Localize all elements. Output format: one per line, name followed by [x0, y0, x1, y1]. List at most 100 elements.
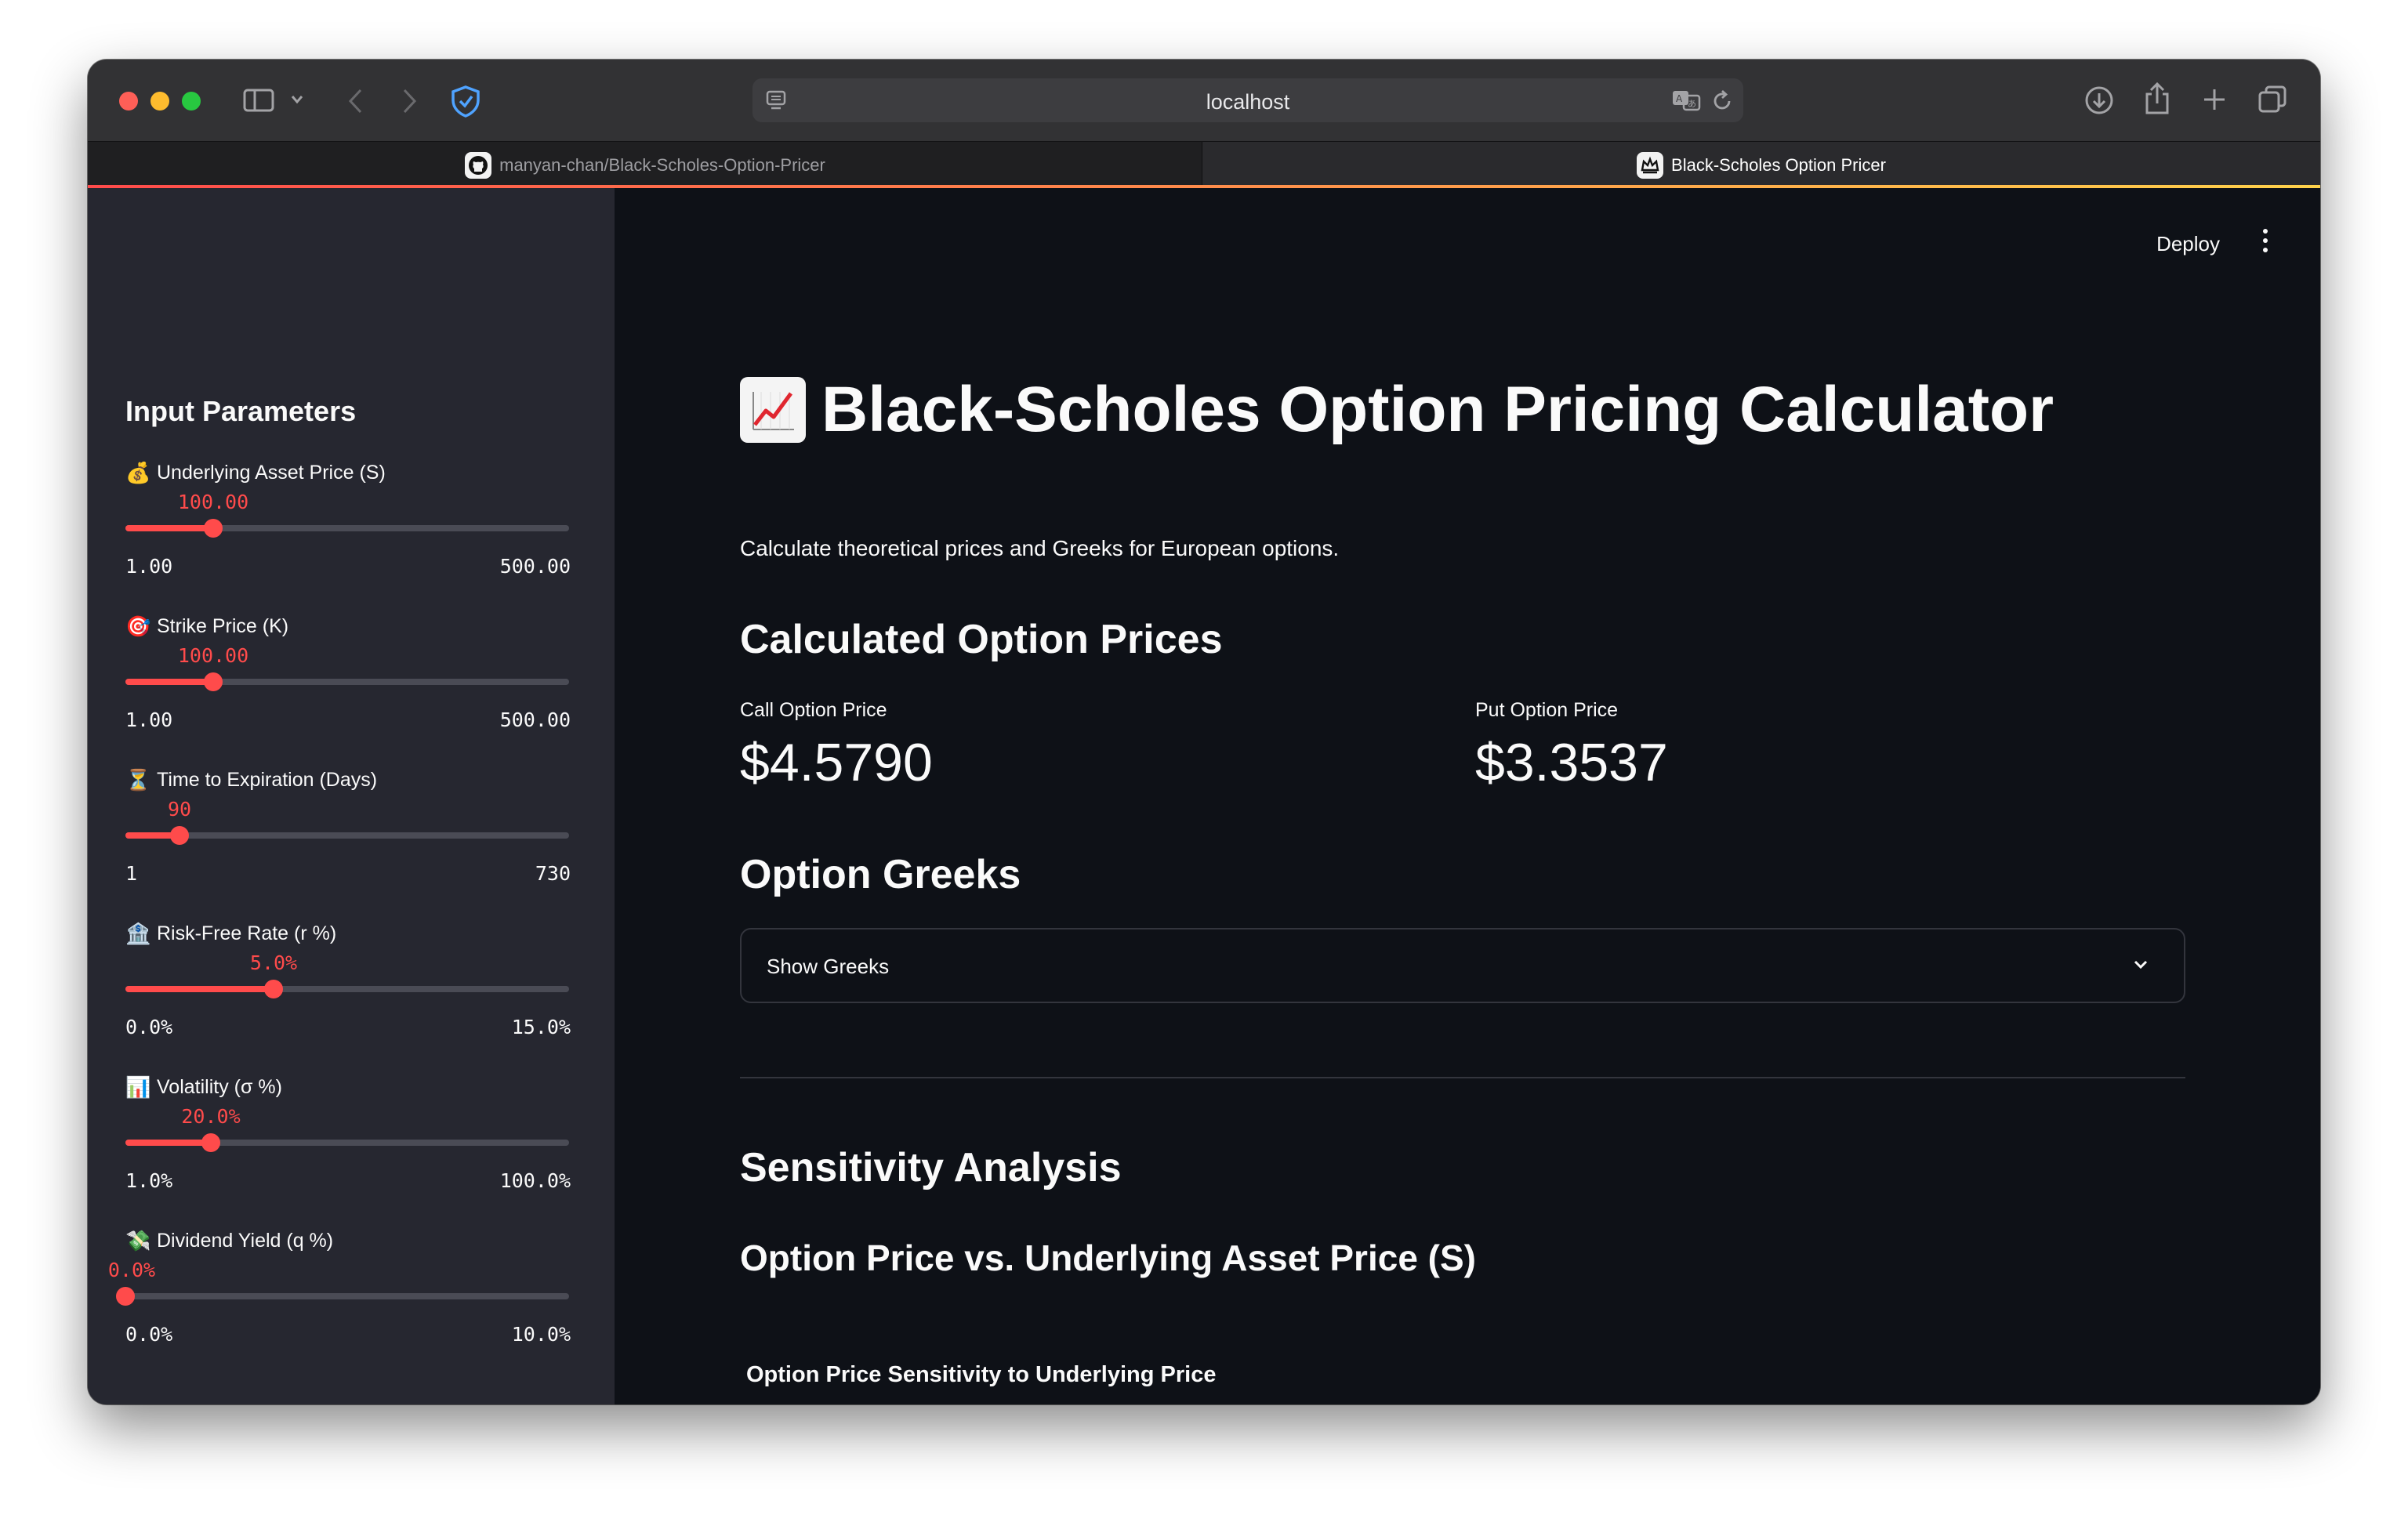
slider-fill: [125, 986, 274, 992]
slider-value: 5.0%: [249, 951, 298, 974]
kebab-menu-icon[interactable]: [2262, 229, 2268, 252]
slider-max: 10.0%: [511, 1323, 571, 1346]
slider-emoji-icon: ⏳: [125, 768, 151, 792]
slider-max: 500.00: [499, 555, 571, 578]
slider-track[interactable]: [125, 1133, 569, 1152]
tab-label: Black-Scholes Option Pricer: [1671, 155, 1886, 175]
tab-bar: manyan-chan/Black-Scholes-Option-Pricer …: [88, 141, 2320, 189]
svg-text:A: A: [1676, 93, 1683, 104]
slider-label-text: Dividend Yield (q %): [157, 1230, 334, 1252]
slider-max: 15.0%: [511, 1016, 571, 1038]
slider-label-text: Risk-Free Rate (r %): [157, 922, 337, 944]
close-window-button[interactable]: [119, 92, 138, 111]
address-bar[interactable]: localhost A あ: [752, 78, 1743, 122]
slider-value: 20.0%: [181, 1105, 241, 1128]
page-subtitle: Calculate theoretical prices and Greeks …: [740, 536, 1340, 560]
plot-title: Option Price Sensitivity to Underlying P…: [746, 1362, 1217, 1387]
greeks-expander[interactable]: Show Greeks: [740, 928, 2185, 1003]
shield-icon[interactable]: [450, 85, 481, 118]
slider-group: ⏳ Time to Expiration (Days) 90 1 730: [125, 768, 577, 909]
slider-fill: [125, 525, 213, 531]
slider-min: 0.0%: [125, 1016, 173, 1038]
download-icon[interactable]: [2083, 85, 2115, 116]
browser-window: localhost A あ manyan-chan/Black-Scholes-…: [88, 60, 2320, 1404]
slider-track[interactable]: [125, 672, 569, 691]
put-price-value: $3.3537: [1475, 733, 1668, 792]
slider-track[interactable]: [125, 826, 569, 845]
slider-max: 500.00: [499, 708, 571, 731]
slider-emoji-icon: 📊: [125, 1075, 151, 1099]
slider-emoji-icon: 🏦: [125, 922, 151, 945]
chevron-down-icon[interactable]: [290, 94, 304, 105]
sensitivity-subheading: Option Price vs. Underlying Asset Price …: [740, 1238, 1477, 1278]
slider-min: 1.00: [125, 708, 173, 731]
slider-label: 🎯 Strike Price (K): [125, 614, 288, 639]
sidebar: Input Parameters 💰 Underlying Asset Price…: [88, 188, 615, 1404]
slider-label-text: Time to Expiration (Days): [157, 769, 378, 791]
slider-track[interactable]: [125, 980, 569, 998]
slider-min: 1: [125, 862, 138, 885]
call-price-label: Call Option Price: [740, 699, 887, 721]
sidebar-title: Input Parameters: [125, 395, 357, 427]
tab-option-pricer[interactable]: Black-Scholes Option Pricer: [1202, 142, 2320, 189]
slider-thumb[interactable]: [201, 1133, 220, 1152]
slider-thumb[interactable]: [170, 826, 189, 845]
slider-emoji-icon: 💸: [125, 1229, 151, 1252]
slider-value: 90: [167, 798, 192, 821]
page-title: Black-Scholes Option Pricing Calculator: [740, 373, 2054, 447]
call-price-value: $4.5790: [740, 733, 933, 792]
slider-track[interactable]: [125, 519, 569, 538]
put-price-label: Put Option Price: [1475, 699, 1619, 721]
chevron-down-icon: [2134, 960, 2148, 969]
slider-group: 💸 Dividend Yield (q %) 0.0% 0.0% 10.0%: [108, 1229, 577, 1370]
deploy-button[interactable]: Deploy: [2156, 232, 2220, 256]
slider-thumb[interactable]: [204, 519, 223, 538]
share-icon[interactable]: [2143, 82, 2171, 116]
page-title-text: Black-Scholes Option Pricing Calculator: [821, 374, 2054, 445]
slider-fill: [125, 1140, 211, 1146]
slider-thumb[interactable]: [264, 980, 283, 998]
slider-value: 100.00: [177, 491, 249, 513]
slider-label: 🏦 Risk-Free Rate (r %): [125, 922, 336, 946]
slider-label: 💰 Underlying Asset Price (S): [125, 461, 386, 485]
url-text: localhost: [1206, 90, 1290, 114]
reload-icon[interactable]: [1710, 89, 1734, 113]
slider-group: 🎯 Strike Price (K) 100.00 1.00 500.00: [125, 614, 577, 756]
streamlit-crown-icon: [1637, 152, 1664, 179]
slider-thumb[interactable]: [116, 1287, 135, 1306]
greeks-heading: Option Greeks: [740, 852, 1021, 897]
tab-overview-icon[interactable]: [2258, 85, 2287, 114]
chart-increasing-icon: [740, 377, 806, 443]
sidebar-toggle-icon[interactable]: [243, 88, 274, 113]
minimize-window-button[interactable]: [150, 92, 169, 111]
new-tab-icon[interactable]: [2201, 86, 2228, 113]
main-content: Deploy Black-Scholes Option Pricing Calc…: [615, 188, 2320, 1404]
prices-heading: Calculated Option Prices: [740, 617, 1223, 662]
zoom-window-button[interactable]: [182, 92, 201, 111]
svg-text:あ: あ: [1688, 99, 1696, 109]
slider-group: 💰 Underlying Asset Price (S) 100.00 1.00 500…: [125, 461, 577, 602]
slider-max: 100.0%: [499, 1169, 571, 1192]
slider-label-text: Volatility (σ %): [157, 1076, 282, 1098]
section-divider: [740, 1077, 2185, 1078]
back-icon[interactable]: [346, 88, 365, 114]
slider-max: 730: [535, 862, 571, 885]
github-icon: [465, 152, 492, 179]
tab-github[interactable]: manyan-chan/Black-Scholes-Option-Pricer: [88, 142, 1202, 189]
slider-min: 1.00: [125, 555, 173, 578]
slider-emoji-icon: 🎯: [125, 614, 151, 638]
slider-min: 1.0%: [125, 1169, 173, 1192]
forward-icon[interactable]: [400, 88, 419, 114]
slider-value: 100.00: [177, 644, 249, 667]
slider-thumb[interactable]: [204, 672, 223, 691]
translate-icon[interactable]: A あ: [1671, 88, 1701, 113]
slider-track[interactable]: [116, 1287, 569, 1306]
slider-label: 💸 Dividend Yield (q %): [125, 1229, 333, 1253]
greeks-expander-label: Show Greeks: [767, 955, 890, 978]
slider-value: 0.0%: [107, 1259, 156, 1281]
slider-group: 📊 Volatility (σ %) 20.0% 1.0% 100.0%: [125, 1075, 577, 1216]
sensitivity-heading: Sensitivity Analysis: [740, 1145, 1122, 1190]
slider-label: 📊 Volatility (σ %): [125, 1075, 282, 1100]
slider-fill: [125, 679, 213, 685]
slider-label-text: Strike Price (K): [157, 615, 289, 637]
